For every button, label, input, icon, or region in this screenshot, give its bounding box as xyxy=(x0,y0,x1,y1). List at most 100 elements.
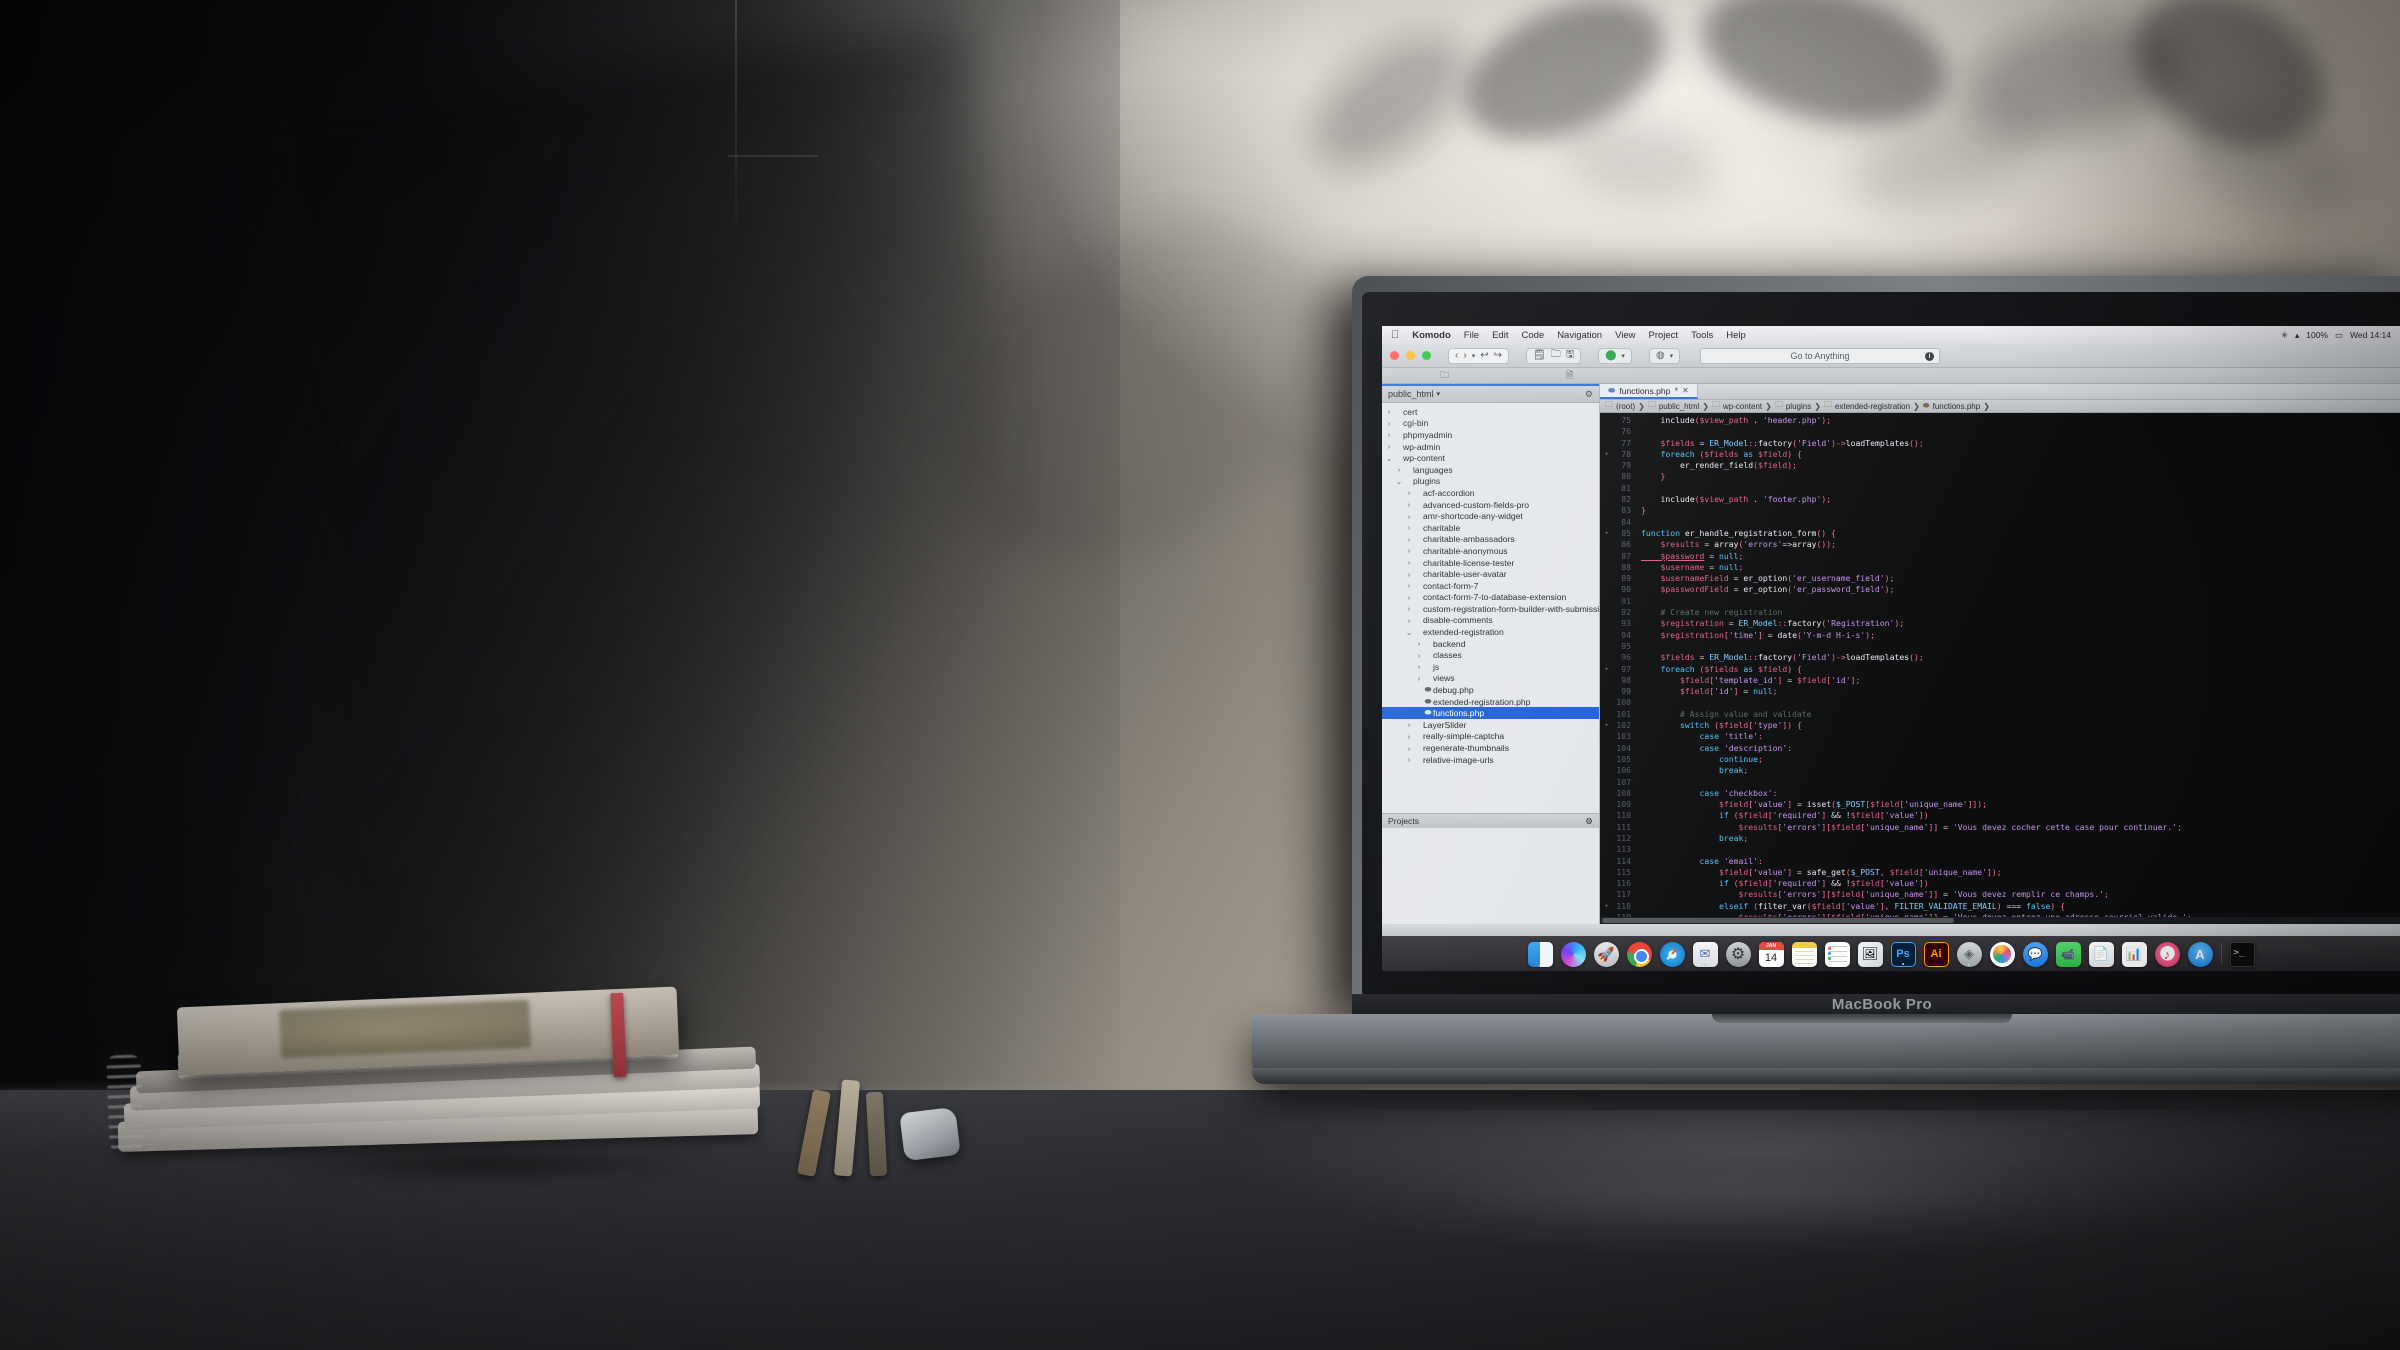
tree-item[interactable]: › wp-admin xyxy=(1382,441,1599,453)
editor-tab-strip[interactable]: ⬬ functions.php * ✕ xyxy=(1600,384,2400,400)
tree-item[interactable]: ⌄ wp-content xyxy=(1382,452,1599,464)
battery-icon[interactable]: ▭ xyxy=(2335,330,2343,341)
projects-pane-header[interactable]: Projects ⚙ xyxy=(1382,813,1599,828)
code-line[interactable]: foreach ($fields as $field) { xyxy=(1641,449,2400,460)
tree-item[interactable]: ⌄ plugins xyxy=(1382,476,1599,488)
menu-item-komodo[interactable]: Komodo xyxy=(1412,330,1451,341)
code-line[interactable]: $field['value'] = isset($_POST[$field['u… xyxy=(1641,799,2400,810)
info-icon[interactable]: i xyxy=(1925,351,1934,361)
macos-menu-bar[interactable]:  Komodo File Edit Code Navigation View … xyxy=(1382,326,2400,344)
chevron-down-icon[interactable]: ▾ xyxy=(1670,352,1674,360)
gear-icon[interactable]: ⚙ xyxy=(1585,816,1593,827)
menu-item-project[interactable]: Project xyxy=(1649,330,1679,341)
tree-item[interactable]: › charitable-user-avatar xyxy=(1382,568,1599,580)
dock-icon-notes[interactable] xyxy=(1791,941,1817,967)
tree-item[interactable]: › charitable xyxy=(1382,522,1599,534)
code-line[interactable]: # Assign value and validate xyxy=(1641,709,2400,720)
horizontal-scrollbar[interactable] xyxy=(1600,917,2400,924)
run-icon[interactable]: ⬤ xyxy=(1605,350,1616,361)
code-line[interactable]: $results['errors'][$field['unique_name']… xyxy=(1641,822,2400,833)
tree-item[interactable]: › advanced-custom-fields-pro xyxy=(1382,499,1599,511)
tree-item[interactable]: › charitable-anonymous xyxy=(1382,545,1599,557)
sidebar-header[interactable]: public_html ▾ ⚙ xyxy=(1382,386,1599,403)
tree-item[interactable]: › classes xyxy=(1382,649,1599,661)
dock-icon-mail[interactable] xyxy=(1692,941,1718,967)
code-line[interactable]: include($view_path . 'header.php'); xyxy=(1641,415,2400,426)
dock-icon-calendar[interactable]: JAN 14 xyxy=(1758,941,1784,967)
tree-item[interactable]: › relative-image-urls xyxy=(1382,754,1599,766)
chevron-right-icon[interactable]: › xyxy=(1415,651,1423,660)
code-line[interactable]: $results = array('errors'=>array()); xyxy=(1641,539,2400,550)
code-line[interactable] xyxy=(1641,517,2400,528)
dock-icon-messages[interactable] xyxy=(2022,941,2048,967)
run-toolbar-group[interactable]: ⬤ ▾ xyxy=(1598,347,1632,364)
tree-item[interactable]: › cgi-bin xyxy=(1382,418,1599,430)
code-line[interactable]: foreach ($fields as $field) { xyxy=(1641,664,2400,675)
save-icon[interactable]: 🖫 xyxy=(1566,347,1575,364)
chevron-down-icon[interactable]: ⌄ xyxy=(1405,628,1413,637)
tree-item[interactable]: ⌄ extended-registration xyxy=(1382,626,1599,638)
chevron-down-icon[interactable]: ⌄ xyxy=(1395,477,1403,486)
tree-item[interactable]: › really-simple-captcha xyxy=(1382,731,1599,743)
chevron-right-icon[interactable]: › xyxy=(1405,616,1413,625)
tree-item[interactable]: › regenerate-thumbnails xyxy=(1382,742,1599,754)
dock-icon-finder[interactable] xyxy=(1527,941,1553,967)
forward-arrow-icon[interactable]: › xyxy=(1463,350,1466,361)
chevron-down-icon[interactable]: ▾ xyxy=(1472,352,1476,360)
dock-icon-preview[interactable] xyxy=(1857,941,1883,967)
open-folder-icon[interactable]: 🗀 xyxy=(1551,347,1561,364)
apple-logo-icon[interactable]:  xyxy=(1391,329,1399,341)
breadcrumb-item[interactable]: public_html xyxy=(1659,402,1699,411)
tree-item[interactable]: › amr-shortcode-any-widget xyxy=(1382,510,1599,522)
folder-pane-tab[interactable]: 🗀 xyxy=(1382,368,1507,384)
code-line[interactable]: case 'email': xyxy=(1641,856,2400,867)
chevron-right-icon[interactable]: › xyxy=(1415,674,1423,683)
chevron-right-icon[interactable]: › xyxy=(1415,639,1423,648)
chevron-right-icon[interactable]: › xyxy=(1405,732,1413,741)
chevron-right-icon[interactable]: › xyxy=(1405,720,1413,729)
code-line[interactable] xyxy=(1641,844,2400,855)
menu-item-code[interactable]: Code xyxy=(1521,330,1544,341)
code-line[interactable]: include($view_path . 'footer.php'); xyxy=(1641,494,2400,505)
chevron-right-icon[interactable]: › xyxy=(1405,558,1413,567)
chevron-right-icon[interactable]: › xyxy=(1405,570,1413,579)
dock-icon-siri[interactable] xyxy=(1560,941,1586,967)
chevron-right-icon[interactable]: › xyxy=(1385,442,1393,451)
code-line[interactable]: $passwordField = er_option('er_password_… xyxy=(1641,584,2400,595)
breadcrumb[interactable]: 🗀 (root) ❯ 🗀 public_html ❯ 🗀 wp-content ❯ 🗀 plugin… xyxy=(1600,400,2400,413)
menu-item-navigation[interactable]: Navigation xyxy=(1557,330,1602,341)
new-file-icon[interactable]: 🗒 xyxy=(1533,350,1546,361)
tree-item[interactable]: › contact-form-7-to-database-extension xyxy=(1382,592,1599,604)
tree-item[interactable]: › charitable-ambassadors xyxy=(1382,534,1599,546)
editor-tab-functions-php[interactable]: ⬬ functions.php * ✕ xyxy=(1600,384,1698,399)
code-line[interactable]: $registration['time'] = date('Y-m-d H-i-… xyxy=(1641,630,2400,641)
gear-icon[interactable]: ⚙ xyxy=(1585,389,1593,400)
code-line[interactable]: switch ($field['type']) { xyxy=(1641,720,2400,731)
code-line[interactable]: $password = null; xyxy=(1641,551,2400,562)
code-line[interactable] xyxy=(1641,777,2400,788)
dock-icon-terminal[interactable] xyxy=(2229,941,2255,967)
dock-icon-illustrator[interactable] xyxy=(1923,941,1949,967)
tree-item-selected[interactable]: ⬬ functions.php xyxy=(1382,707,1599,720)
code-line[interactable]: elseif (filter_var($field['value'], FILT… xyxy=(1641,901,2400,912)
code-line[interactable]: $username = null; xyxy=(1641,562,2400,573)
minimize-button[interactable] xyxy=(1406,351,1415,360)
chevron-down-icon[interactable]: ⌄ xyxy=(1385,454,1393,463)
chevron-right-icon[interactable]: › xyxy=(1405,500,1413,509)
breadcrumb-item[interactable]: functions.php xyxy=(1933,402,1981,411)
tree-item[interactable]: › js xyxy=(1382,661,1599,673)
scrollbar-thumb[interactable] xyxy=(1602,918,1954,923)
chevron-right-icon[interactable]: › xyxy=(1405,593,1413,602)
code-line[interactable]: } xyxy=(1641,505,2400,516)
code-line[interactable]: $field['value'] = safe_get($_POST, $fiel… xyxy=(1641,867,2400,878)
code-fold-toggle[interactable]: ▾ xyxy=(1600,664,1613,675)
search-input[interactable]: Go to Anything xyxy=(1790,351,1849,361)
chevron-down-icon[interactable]: ▾ xyxy=(1437,390,1441,398)
menu-item-edit[interactable]: Edit xyxy=(1492,330,1508,341)
dock-icon-photos[interactable] xyxy=(1989,941,2015,967)
tree-item[interactable]: ⬬ debug.php xyxy=(1382,684,1599,696)
chevron-right-icon[interactable]: › xyxy=(1385,407,1393,416)
code-line[interactable] xyxy=(1641,697,2400,708)
menu-item-file[interactable]: File xyxy=(1464,330,1479,341)
dock-icon-reminders[interactable] xyxy=(1824,941,1850,967)
